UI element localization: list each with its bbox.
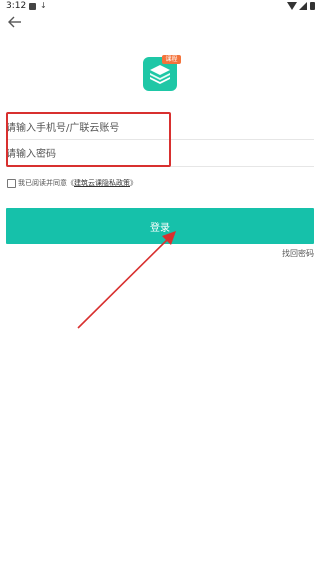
privacy-policy-link[interactable]: 建筑云课隐私政策 — [74, 179, 130, 187]
login-button[interactable]: 登录 — [6, 208, 314, 244]
agreement-prefix: 我已阅读并同意《 — [18, 179, 74, 187]
app-logo: 课程 — [143, 55, 181, 91]
gallery-notification-icon — [29, 3, 36, 10]
agreement-checkbox[interactable] — [7, 179, 16, 188]
back-button[interactable] — [6, 13, 24, 31]
agreement-suffix: 》 — [130, 179, 137, 187]
arrow-left-icon — [8, 16, 21, 28]
agreement-text: 我已阅读并同意《建筑云课隐私政策》 — [18, 178, 137, 188]
logo-badge: 课程 — [162, 55, 181, 64]
account-input[interactable] — [6, 117, 312, 139]
forgot-password-link[interactable]: 找回密码 — [282, 248, 314, 259]
status-time: 3:12 — [6, 1, 27, 11]
password-input[interactable] — [6, 143, 312, 165]
divider — [6, 166, 314, 167]
signal-icon — [299, 2, 307, 10]
divider — [6, 139, 314, 140]
status-bar: 3:12 ↓ — [0, 0, 320, 14]
battery-icon — [310, 2, 315, 10]
wifi-icon — [287, 2, 297, 10]
download-notification-icon: ↓ — [40, 1, 47, 10]
